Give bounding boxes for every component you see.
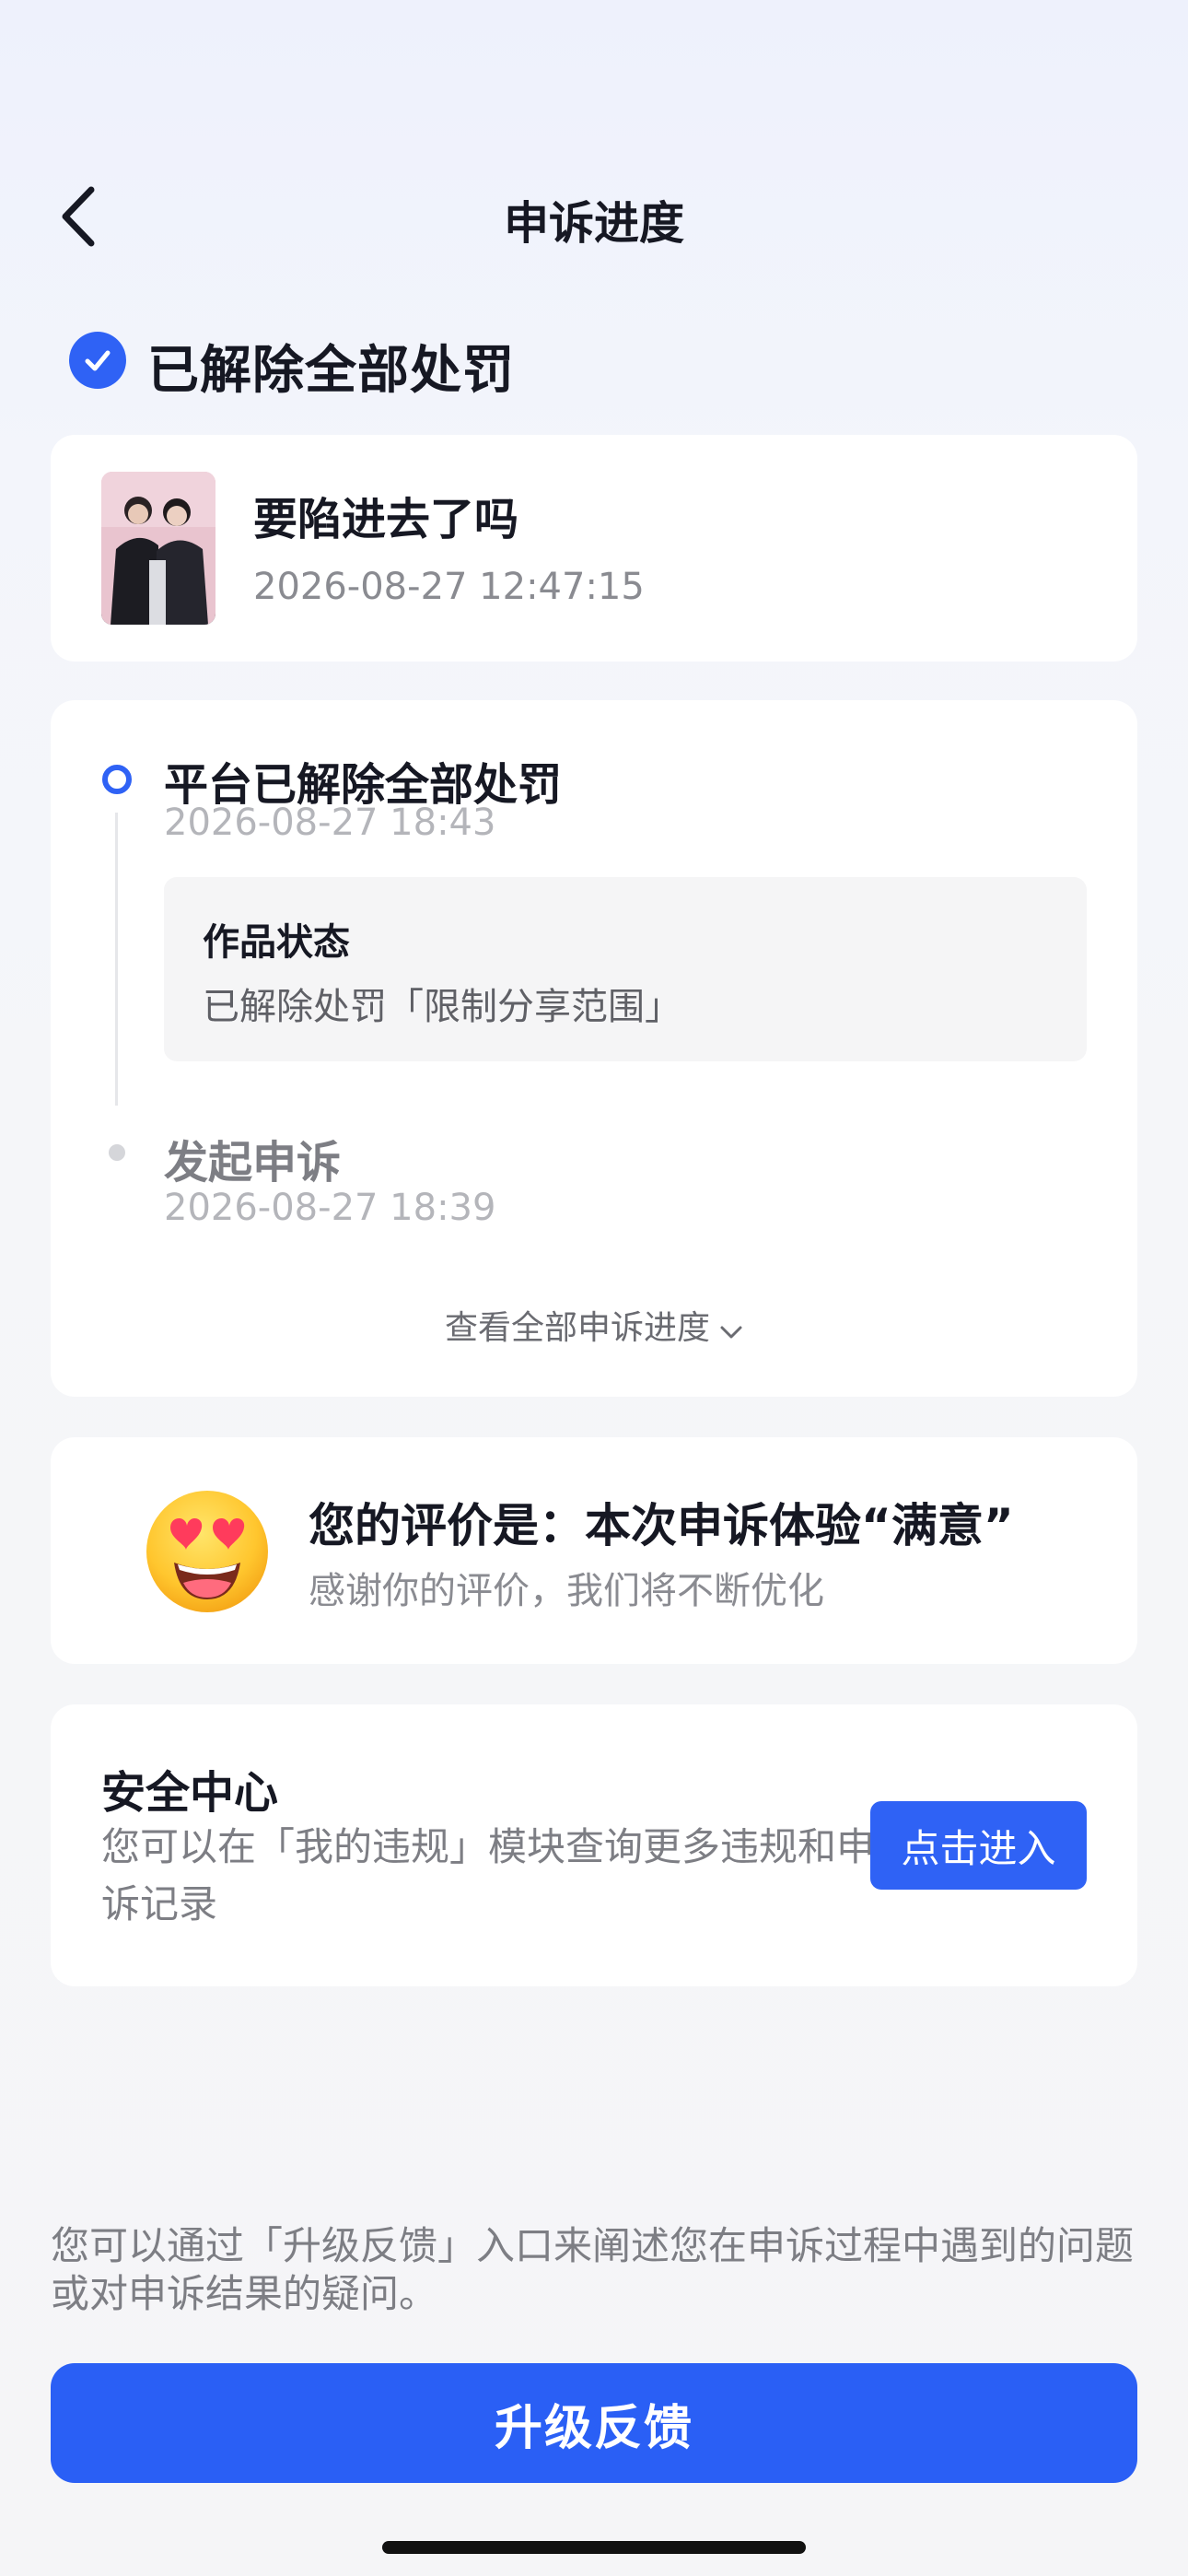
timeline-line (115, 813, 118, 1106)
rating-card: 您的评价是：本次申诉体验“满意” 感谢你的评价，我们将不断优化 (51, 1437, 1137, 1664)
work-thumbnail (101, 472, 215, 625)
timeline-dot-active-icon (102, 765, 132, 794)
check-circle-icon (69, 332, 126, 389)
rating-subtitle: 感谢你的评价，我们将不断优化 (309, 1570, 824, 1612)
upgrade-feedback-note: 您可以通过「升级反馈」入口来阐述您在申诉过程中遇到的问题或对申诉结果的疑问。 (51, 2223, 1135, 2316)
progress-card: 平台已解除全部处罚 2026-08-27 18:43 作品状态 已解除处罚「限制… (51, 700, 1137, 1397)
timeline-dot-inactive-icon (109, 1144, 125, 1161)
security-center-title: 安全中心 (101, 1767, 279, 1819)
view-all-label: 查看全部申诉进度 (444, 1309, 710, 1347)
enter-security-center-button[interactable]: 点击进入 (870, 1801, 1087, 1890)
work-status-title: 作品状态 (203, 921, 350, 964)
upgrade-feedback-button[interactable]: 升级反馈 (51, 2363, 1137, 2483)
work-title: 要陷进去了吗 (253, 494, 519, 545)
step-time: 2026-08-27 18:39 (164, 1187, 496, 1229)
rating-title: 您的评价是：本次申诉体验“满意” (309, 1499, 1014, 1552)
security-center-description: 您可以在「我的违规」模块查询更多违规和申诉记录 (101, 1824, 876, 1926)
view-all-progress-link[interactable]: 查看全部申诉进度 (51, 1301, 1137, 1349)
step-title: 发起申诉 (164, 1137, 342, 1188)
work-timestamp: 2026-08-27 12:47:15 (253, 566, 645, 608)
heart-eyes-emoji-icon (143, 1487, 272, 1616)
work-status-text: 已解除处罚「限制分享范围」 (203, 986, 681, 1028)
work-card[interactable]: 要陷进去了吗 2026-08-27 12:47:15 (51, 435, 1137, 662)
page-title: 申诉进度 (503, 197, 684, 250)
work-status-box: 作品状态 已解除处罚「限制分享范围」 (164, 877, 1087, 1061)
home-indicator[interactable] (382, 2541, 806, 2554)
step-time: 2026-08-27 18:43 (164, 802, 496, 844)
security-center-card: 安全中心 您可以在「我的违规」模块查询更多违规和申诉记录 点击进入 (51, 1704, 1137, 1986)
chevron-down-icon (719, 1311, 743, 1349)
status-title: 已解除全部处罚 (147, 341, 515, 401)
